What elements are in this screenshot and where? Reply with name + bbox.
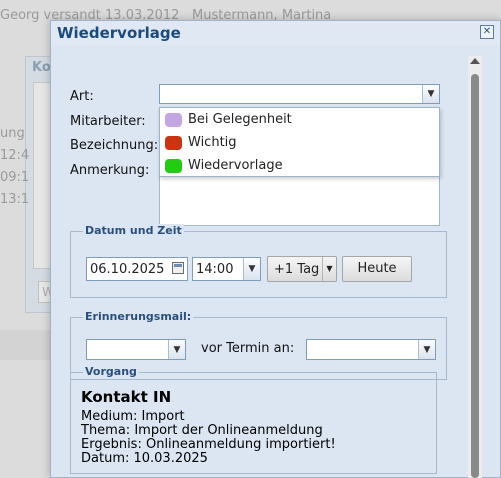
vorgang-legend: Vorgang <box>83 365 139 378</box>
datetime-fieldset: Datum und Zeit 06.10.2025 14:00 ▼ +1 Tag… <box>70 224 447 298</box>
background-fragment: 13:1 <box>0 192 30 207</box>
calendar-icon[interactable] <box>172 262 184 274</box>
vorgang-medium: Medium: Import <box>81 409 185 424</box>
art-label: Art: <box>70 89 94 104</box>
dialog-titlebar[interactable]: Wiedervorlage ✕ <box>51 21 500 45</box>
vorgang-fieldset: Vorgang Kontakt IN Medium: Import Thema:… <box>70 365 437 474</box>
vorgang-ergebnis: Ergebnis: Onlineanmeldung importiert! <box>81 437 336 452</box>
art-select[interactable]: ▼ <box>159 84 440 104</box>
art-option-wichtig[interactable]: Wichtig <box>160 132 439 155</box>
dialog-content: Art: Mitarbeiter: Bezeichnung: Anmerkung… <box>55 47 492 477</box>
vorgang-datum: Datum: 10.03.2025 <box>81 451 208 466</box>
background-fragment: ung <box>0 126 25 141</box>
reminder-recipient-select[interactable]: ▼ <box>306 339 436 360</box>
date-input[interactable]: 06.10.2025 <box>86 257 188 281</box>
art-option-wiedervorlage[interactable]: Wiedervorlage <box>160 155 439 178</box>
option-label: Wiedervorlage <box>188 158 283 173</box>
time-value: 14:00 <box>196 262 234 277</box>
chevron-down-icon[interactable]: ▼ <box>322 257 336 281</box>
background-strip <box>0 330 50 360</box>
option-label: Bei Gelegenheit <box>188 112 292 127</box>
color-swatch-icon <box>165 159 182 173</box>
chevron-down-icon[interactable]: ▼ <box>422 85 439 103</box>
color-swatch-icon <box>165 136 182 150</box>
reminder-legend: Erinnerungsmail: <box>83 310 194 323</box>
anmerkung-label: Anmerkung: <box>70 163 150 178</box>
reminder-middle-text: vor Termin an: <box>201 341 295 356</box>
color-swatch-icon <box>165 113 182 127</box>
chevron-down-icon[interactable]: ▼ <box>243 258 260 280</box>
bezeichnung-label: Bezeichnung: <box>70 138 159 153</box>
background-fragment: 12:4 <box>0 148 30 163</box>
reminder-interval-select[interactable]: ▼ <box>86 339 186 360</box>
close-icon[interactable]: ✕ <box>480 25 494 39</box>
option-label: Wichtig <box>188 135 237 150</box>
background-panel-title: Ko <box>32 60 51 75</box>
scroll-up-icon[interactable] <box>470 58 480 64</box>
plus-one-day-label: +1 Tag <box>274 262 320 277</box>
mitarbeiter-label: Mitarbeiter: <box>70 114 146 129</box>
wiedervorlage-dialog: Wiedervorlage ✕ Art: Mitarbeiter: Bezeic… <box>50 20 501 478</box>
scrollbar-thumb[interactable] <box>471 74 479 478</box>
plus-one-day-button[interactable]: +1 Tag ▼ <box>267 256 337 282</box>
datetime-legend: Datum und Zeit <box>83 224 184 237</box>
date-value: 06.10.2025 <box>90 262 165 277</box>
vorgang-thema: Thema: Import der Onlineanmeldung <box>81 423 323 438</box>
dialog-title: Wiedervorlage <box>57 24 181 42</box>
vorgang-title: Kontakt IN <box>81 388 172 406</box>
dialog-scrollbar[interactable] <box>468 56 482 478</box>
background-fragment: 09:1 <box>0 170 30 185</box>
art-option-bei-gelegenheit[interactable]: Bei Gelegenheit <box>160 109 439 132</box>
chevron-down-icon[interactable]: ▼ <box>168 340 185 359</box>
chevron-down-icon[interactable]: ▼ <box>418 340 435 359</box>
time-select[interactable]: 14:00 ▼ <box>192 257 261 281</box>
today-button[interactable]: Heute <box>342 256 412 282</box>
art-dropdown-list: Bei Gelegenheit Wichtig Wiedervorlage <box>159 107 440 177</box>
